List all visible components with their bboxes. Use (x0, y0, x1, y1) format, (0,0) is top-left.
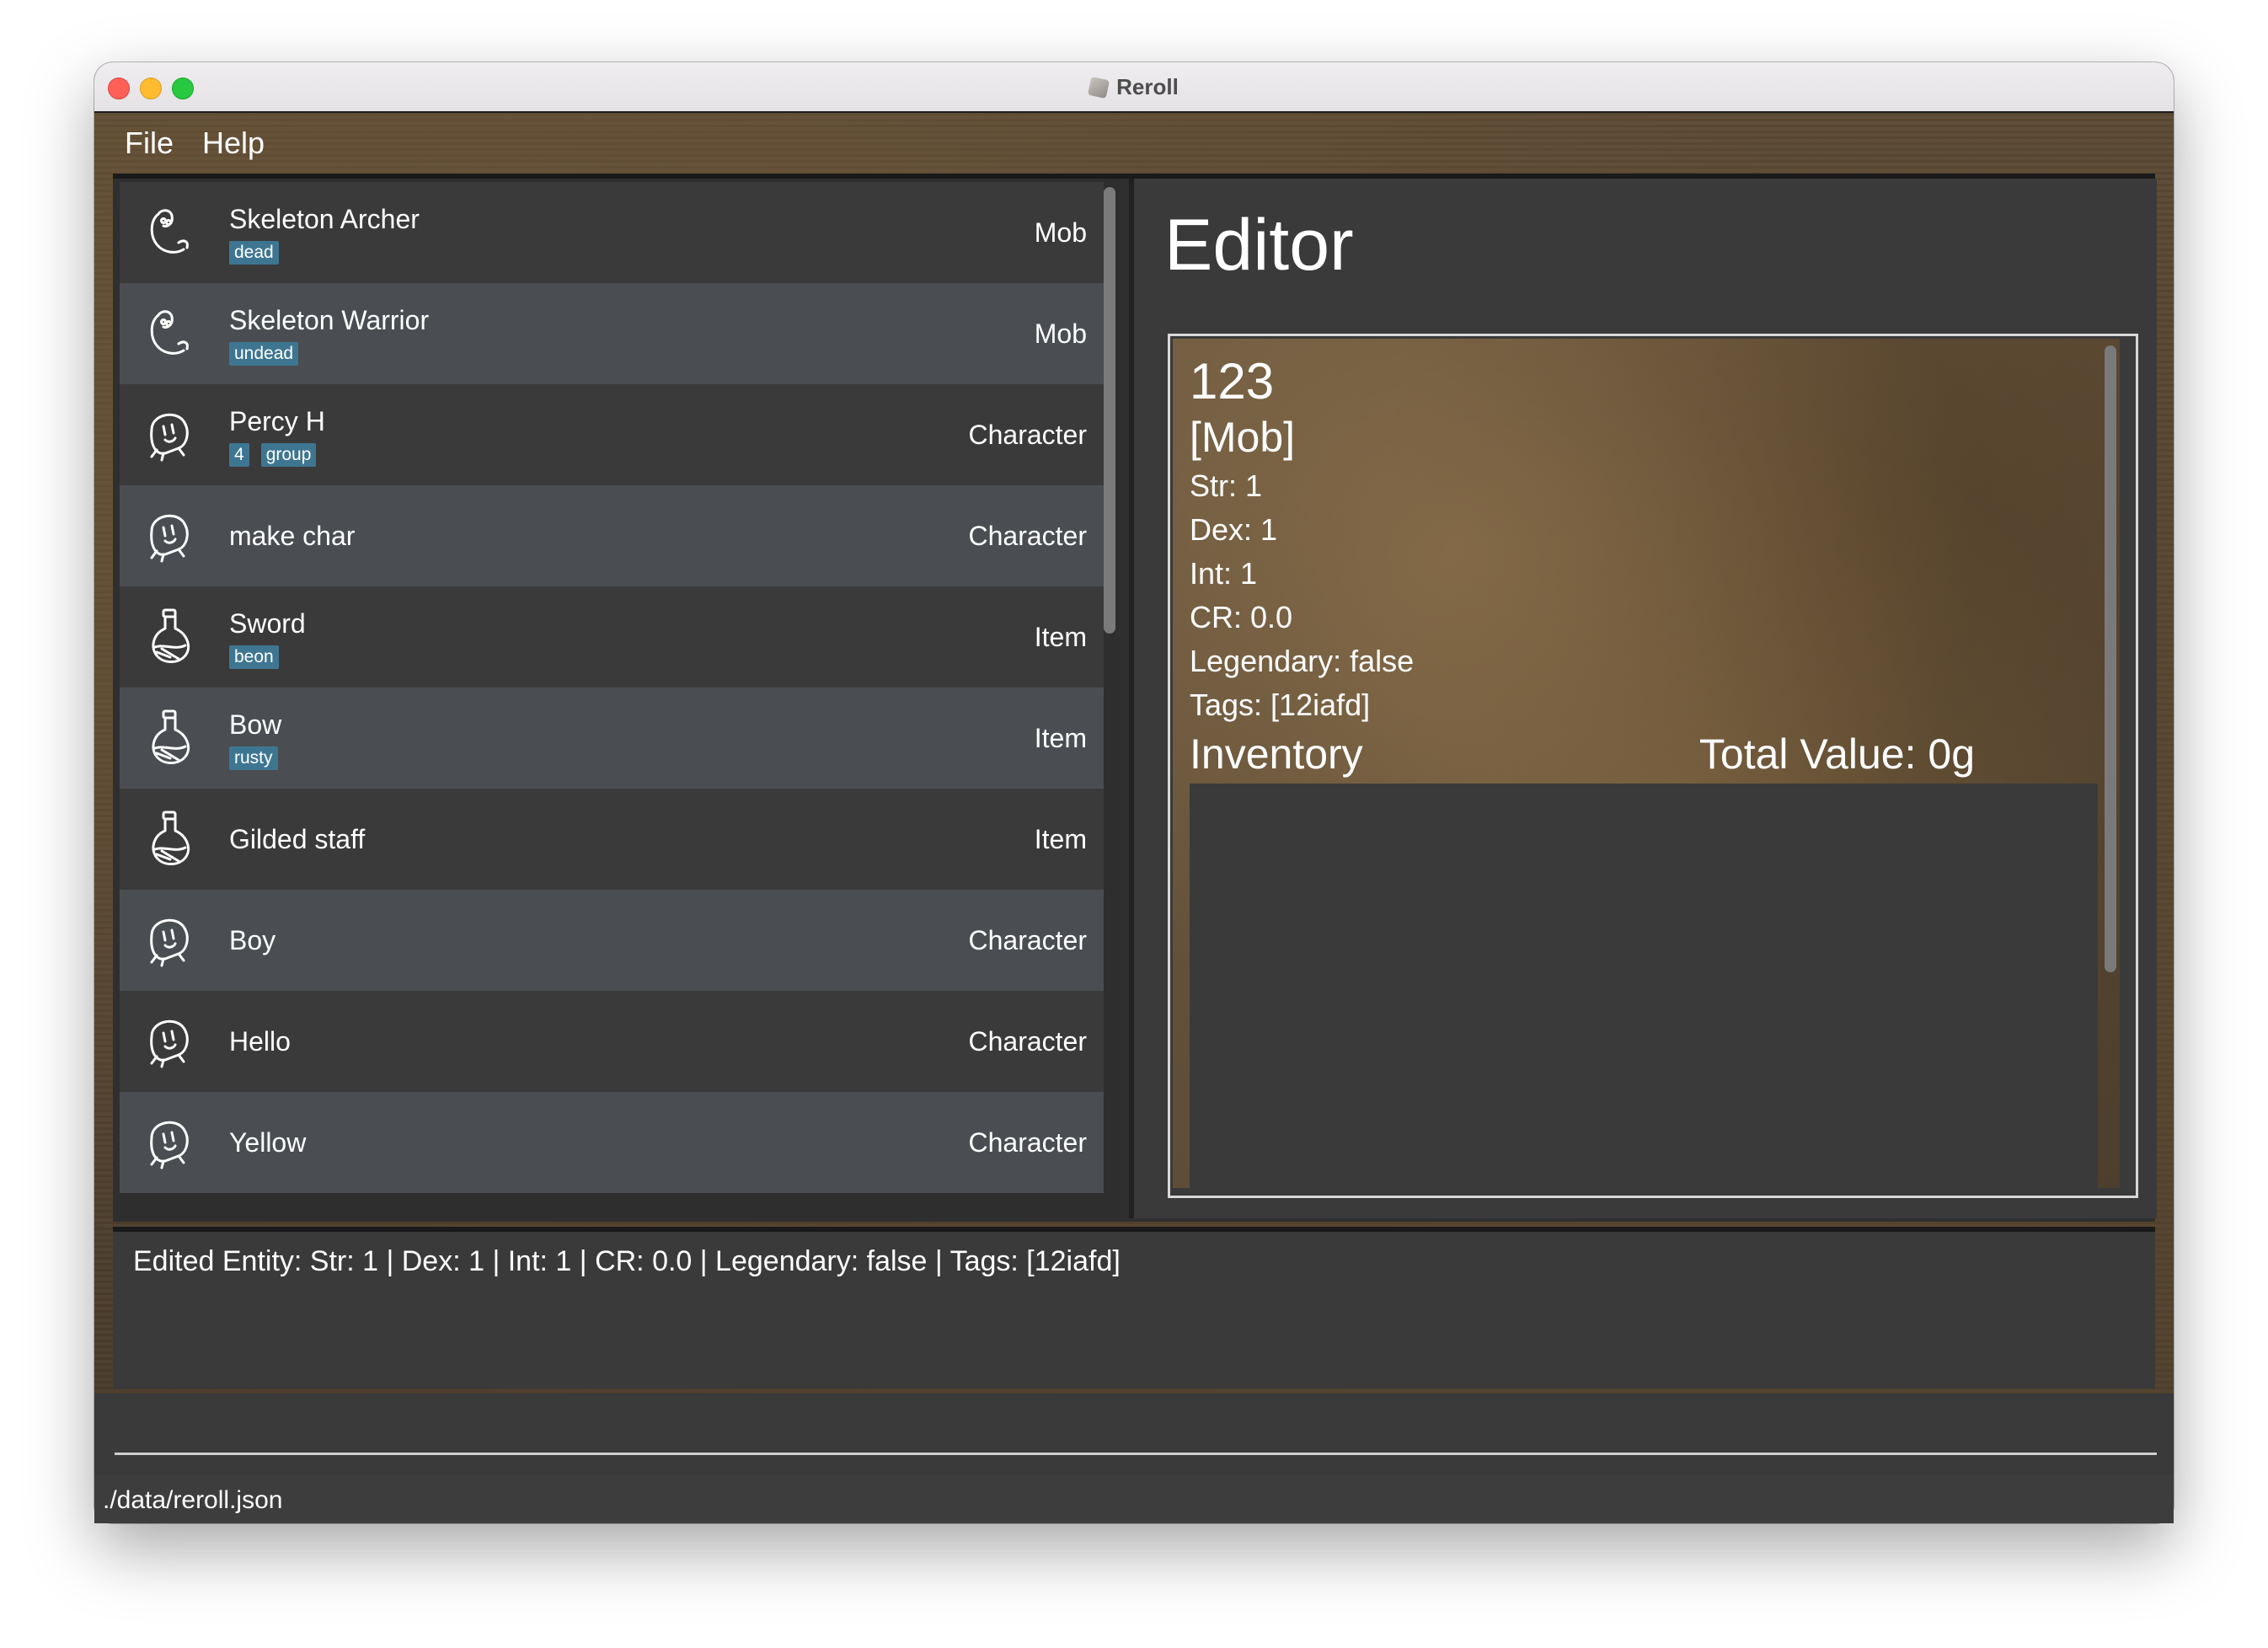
command-input[interactable] (115, 1399, 2157, 1455)
list-item[interactable]: Skeleton Archer dead Mob (120, 182, 1104, 283)
entity-name: Skeleton Archer (229, 204, 420, 234)
entity-type-label: Item (1034, 824, 1087, 854)
entity-tags: dead (229, 241, 291, 268)
list-item[interactable]: Sword beon Item (120, 586, 1104, 688)
entity-name: Skeleton Warrior (229, 305, 430, 335)
menu-help[interactable]: Help (202, 113, 265, 174)
entity-name: Percy H (229, 406, 325, 436)
list-item[interactable]: Hello Character (120, 991, 1104, 1092)
entity-type-label: Item (1034, 622, 1087, 652)
list-item[interactable]: Skeleton Warrior undead Mob (120, 283, 1104, 384)
entity-name: Yellow (229, 1127, 307, 1158)
entity-type-label: Character (968, 1127, 1088, 1158)
tag-badge: 4 (229, 443, 249, 467)
entity-type-label: Character (968, 925, 1088, 955)
tag-badge: group (260, 443, 317, 467)
tag-badge: rusty (229, 746, 278, 770)
app-window: Reroll File Help Skeleton Archer dead Mob S… (94, 62, 2174, 1523)
entity-type-label: Character (968, 521, 1088, 551)
entity-name: Hello (229, 1026, 291, 1057)
list-item[interactable]: Bow rusty Item (120, 688, 1104, 789)
list-item[interactable]: make char Character (120, 485, 1104, 586)
entity-name: Boy (229, 925, 276, 955)
character-icon (142, 1112, 197, 1173)
tag-badge: beon (229, 645, 279, 669)
potion-icon (142, 708, 197, 768)
title-bar: Reroll (94, 62, 2174, 113)
character-icon (142, 1011, 197, 1072)
character-icon (142, 506, 197, 566)
entity-tags: rusty (229, 746, 290, 773)
entity-list-scrollbar[interactable] (1104, 187, 1115, 634)
app-icon (1088, 76, 1110, 99)
entity-type-label: Item (1034, 723, 1087, 753)
list-item[interactable]: Percy H 4 group Character (120, 384, 1104, 485)
skeleton-icon (142, 303, 197, 364)
entity-type-label: Character (968, 420, 1088, 450)
tag-badge: dead (229, 241, 279, 265)
entity-tags: 4 group (229, 443, 328, 470)
window-title: Reroll (94, 74, 2174, 100)
entity-list[interactable]: Skeleton Archer dead Mob Skeleton Warrior un… (120, 179, 1119, 1218)
list-item[interactable]: Boy Character (120, 890, 1104, 991)
potion-icon (142, 809, 197, 869)
entity-name: Gilded staff (229, 824, 366, 854)
character-icon (142, 910, 197, 971)
entity-name: Bow (229, 709, 282, 740)
tag-badge: undead (229, 342, 299, 366)
entity-tags: beon (229, 645, 291, 672)
entity-type-label: Mob (1034, 217, 1087, 248)
list-item[interactable]: Yellow Character (120, 1092, 1104, 1193)
entity-name: make char (229, 521, 356, 551)
skeleton-icon (142, 202, 197, 263)
potion-icon (142, 607, 197, 667)
list-item[interactable]: Gilded staff Item (120, 789, 1104, 890)
window-title-text: Reroll (1116, 74, 1179, 99)
menu-file[interactable]: File (125, 113, 174, 174)
character-icon (142, 404, 197, 465)
menu-bar: File Help (94, 113, 2174, 174)
entity-type-label: Mob (1034, 318, 1087, 349)
entity-type-label: Character (968, 1026, 1088, 1057)
entity-name: Sword (229, 608, 306, 639)
editor-panel (1134, 179, 2157, 1218)
entity-tags: undead (229, 342, 310, 369)
